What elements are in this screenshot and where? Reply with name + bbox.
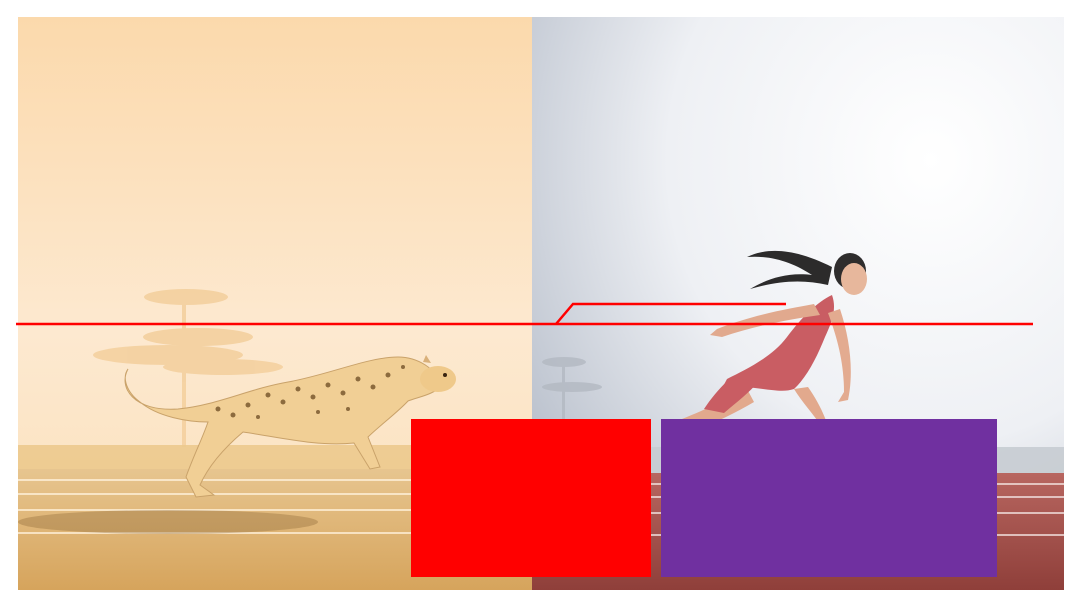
red-block: [411, 419, 651, 577]
stage: [0, 0, 1080, 608]
purple-block: [661, 419, 997, 577]
